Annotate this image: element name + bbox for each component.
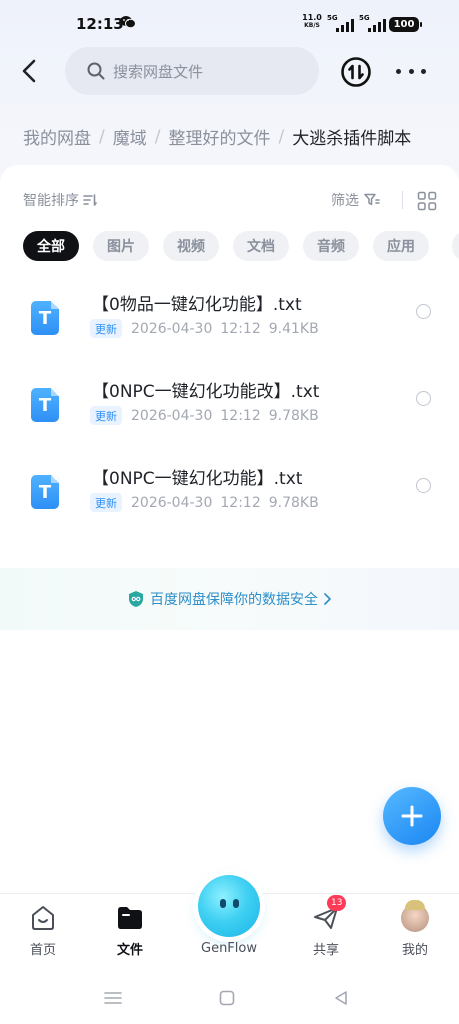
menu-icon[interactable] [102,987,124,1009]
file-date: 2026-04-30 [131,320,213,337]
security-banner[interactable]: 百度网盘保障你的数据安全 [0,568,459,630]
signal-icon: 5G [359,14,386,32]
update-badge: 更新 [90,319,122,338]
genflow-eye [233,899,239,908]
filter-label: 筛选 [331,193,359,209]
grid-view-button[interactable] [417,191,437,211]
file-name: 【0NPC一键幻化功能改】.txt [92,382,320,402]
select-checkbox[interactable] [416,304,431,319]
file-meta: 更新 2026-04-30 12:12 9.78KB [90,406,319,425]
home-icon [28,903,58,933]
file-time: 12:12 [220,494,261,511]
sort-icon [83,194,97,206]
nav-mine-label: 我的 [401,943,428,958]
file-meta: 更新 2026-04-30 12:12 9.78KB [90,493,319,512]
nav-files[interactable]: 文件 [100,903,160,958]
category-tabs: 全部 图片 视频 文档 音频 应用 [23,231,429,261]
nav-home[interactable]: 首页 [13,903,73,958]
breadcrumb-separator: / [278,126,285,147]
genflow-eye [220,899,226,908]
genflow-button[interactable] [198,875,260,937]
search-icon [87,62,105,80]
nav-mine[interactable]: 我的 [385,900,445,958]
text-file-icon: T [31,388,59,422]
select-checkbox[interactable] [416,391,431,406]
breadcrumb-current: 大逃杀插件脚本 [292,129,412,149]
file-date: 2026-04-30 [131,494,213,511]
file-size: 9.41KB [268,320,319,337]
wechat-icon [120,15,136,33]
breadcrumb-separator: / [154,126,161,147]
dot-icon [408,68,414,74]
net-speed: 11.0 KB/S [301,14,323,30]
shield-icon [129,591,143,607]
transfer-button[interactable] [340,56,372,88]
breadcrumb-item[interactable]: 整理好的文件 [168,124,270,149]
nav-share-label: 共享 [312,943,339,958]
back-button[interactable] [14,55,44,87]
more-button[interactable] [396,60,426,82]
file-size: 9.78KB [268,407,319,424]
file-date: 2026-04-30 [131,407,213,424]
folder-icon [115,903,145,933]
file-name: 【0NPC一键幻化功能】.txt [92,469,303,489]
system-nav-bar [0,973,459,1024]
tab-images[interactable]: 图片 [93,231,149,261]
breadcrumb: 我的网盘 / 魔域 / 整理好的文件 / 大逃杀插件脚本 [23,124,412,150]
dot-icon [396,68,401,74]
file-time: 12:12 [220,407,261,424]
grid-icon [417,191,437,211]
share-count-badge: 13 [327,895,347,911]
paper-plane-icon: 13 [311,895,347,933]
sort-label: 智能排序 [23,193,79,209]
back-triangle-icon[interactable] [330,987,352,1009]
net-speed-unit: KB/S [304,22,320,29]
text-file-icon: T [31,475,59,509]
security-text: 百度网盘保障你的数据安全 [150,592,318,608]
select-checkbox[interactable] [416,478,431,493]
filter-button[interactable]: 筛选 [331,190,380,210]
nav-files-label: 文件 [116,943,143,958]
breadcrumb-item[interactable]: 魔域 [113,124,147,149]
chevron-left-icon [22,59,36,83]
filter-icon [364,193,380,206]
toolbar-divider [402,191,403,209]
nav-genflow-label: GenFlow [201,941,257,956]
update-badge: 更新 [90,493,122,512]
text-file-icon: T [31,301,59,335]
net-speed-value: 11.0 [302,13,322,22]
update-badge: 更新 [90,406,122,425]
file-size: 9.78KB [268,494,319,511]
status-bar: 12:13 11.0 KB/S 5G 5G 100 [0,0,459,48]
tab-apps[interactable]: 应用 [373,231,429,261]
file-row[interactable]: T 【0NPC一键幻化功能改】.txt 更新 2026-04-30 12:12 … [0,377,459,455]
nav-share[interactable]: 13 共享 [296,895,356,958]
signal-icon: 5G [327,14,354,32]
breadcrumb-separator: / [99,126,105,147]
tab-audio[interactable]: 音频 [303,231,359,261]
sort-button[interactable]: 智能排序 [23,190,97,210]
breadcrumb-item[interactable]: 我的网盘 [23,124,91,149]
status-time: 12:13 [76,15,124,33]
dot-icon [421,68,426,74]
file-name: 【0物品一键幻化功能】.txt [92,295,302,315]
avatar [401,900,429,932]
file-meta: 更新 2026-04-30 12:12 9.41KB [90,319,319,338]
file-time: 12:12 [220,320,261,337]
tab-all[interactable]: 全部 [23,231,79,261]
file-row[interactable]: T 【0物品一键幻化功能】.txt 更新 2026-04-30 12:12 9.… [0,290,459,368]
chevron-right-icon [324,593,331,605]
file-row[interactable]: T 【0NPC一键幻化功能】.txt 更新 2026-04-30 12:12 9… [0,464,459,542]
tab-documents[interactable]: 文档 [233,231,289,261]
search-placeholder: 搜索网盘文件 [113,62,204,81]
battery-icon: 100 [389,17,422,32]
nav-home-label: 首页 [29,943,56,958]
transfer-icon [341,57,371,87]
plus-icon [401,805,423,827]
tab-videos[interactable]: 视频 [163,231,219,261]
home-square-icon[interactable] [216,987,238,1009]
add-button[interactable] [383,787,441,845]
search-input[interactable]: 搜索网盘文件 [65,47,319,95]
